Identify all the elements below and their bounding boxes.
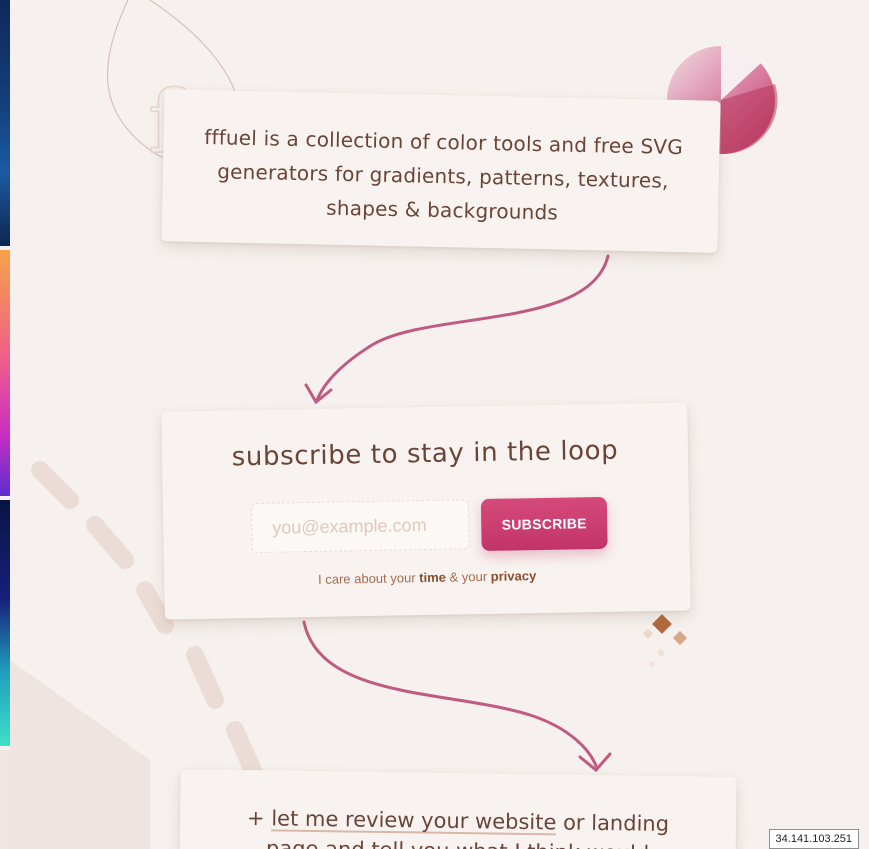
review-card: + let me review your website or landing … [179, 769, 737, 849]
privacy-note-time: time [419, 569, 447, 586]
review-text: + let me review your website or landing … [179, 802, 736, 849]
page: f fffuel is a collection of color tools … [0, 0, 869, 849]
intro-card: fffuel is a collection of color tools an… [161, 89, 721, 253]
gradient-thumbnail-4[interactable] [0, 750, 10, 849]
ip-address-badge: 34.141.103.251 [768, 829, 859, 849]
subscribe-title: subscribe to stay in the loop [231, 435, 619, 473]
privacy-note-prefix: I care about your [317, 570, 420, 587]
review-website-link[interactable]: let me review your website [271, 806, 556, 834]
subscribe-card: subscribe to stay in the loop SUBSCRIBE … [161, 402, 691, 620]
email-field[interactable] [250, 499, 470, 554]
privacy-note: I care about your time & your privacy [164, 565, 690, 589]
arrow-down-left-icon [304, 254, 610, 405]
diamond-decoration-icon [643, 614, 688, 669]
arrow-down-right-icon [302, 620, 612, 773]
gradient-thumbnail-1[interactable] [0, 0, 10, 246]
privacy-note-middle: & your [445, 568, 491, 585]
gradient-thumbnail-3[interactable] [0, 500, 10, 746]
gradient-thumbnail-2[interactable] [0, 250, 10, 496]
review-prefix: + [246, 806, 272, 831]
review-suffix: or landing [556, 810, 670, 836]
intro-text: fffuel is a collection of color tools an… [203, 125, 684, 225]
review-line2: page and tell you what I think would [266, 836, 650, 849]
privacy-note-privacy: privacy [490, 568, 537, 584]
subscribe-button[interactable]: SUBSCRIBE [480, 496, 608, 552]
